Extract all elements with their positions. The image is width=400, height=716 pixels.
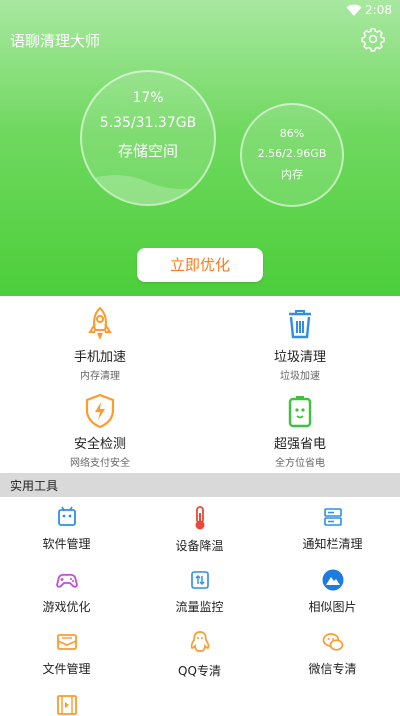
memory-usage: 2.56/2.96GB bbox=[257, 147, 327, 160]
wechat-icon bbox=[322, 633, 343, 651]
storage-wave bbox=[82, 175, 214, 204]
storage-usage: 5.35/31.37GB bbox=[99, 115, 197, 131]
tool-label: 软件管理 bbox=[42, 537, 91, 551]
feature-subtitle: 网络支付安全 bbox=[70, 458, 130, 469]
file-envelope-icon bbox=[56, 634, 77, 650]
tool-app-manager[interactable]: 软件管理 bbox=[0, 505, 133, 552]
feature-title: 垃圾清理 bbox=[273, 350, 326, 365]
settings-gear-icon[interactable] bbox=[360, 26, 386, 52]
tool-label: 微信专清 bbox=[308, 662, 357, 676]
status-time: 2:08 bbox=[365, 3, 392, 17]
notification-bar-icon bbox=[323, 508, 342, 526]
feature-title: 超强省电 bbox=[273, 437, 326, 452]
feature-title: 手机加速 bbox=[73, 350, 126, 365]
tool-video-clean[interactable] bbox=[0, 694, 133, 716]
tool-label: 流量监控 bbox=[175, 600, 224, 614]
storage-label: 存储空间 bbox=[117, 142, 178, 160]
tool-label: QQ专清 bbox=[178, 664, 221, 678]
tool-device-cooling[interactable]: 设备降温 bbox=[133, 505, 266, 554]
android-icon bbox=[57, 506, 76, 526]
tool-traffic-monitor[interactable]: 流量监控 bbox=[133, 568, 266, 615]
feature-security-check[interactable]: 安全检测 网络支付安全 bbox=[30, 393, 170, 469]
tools-section-header: 实用工具 bbox=[0, 473, 400, 497]
storage-percent: 17% bbox=[132, 90, 164, 106]
tool-label: 相似图片 bbox=[308, 600, 357, 614]
tool-notification-clean[interactable]: 通知栏清理 bbox=[266, 505, 399, 552]
tool-label: 通知栏清理 bbox=[302, 537, 363, 551]
feature-title: 安全检测 bbox=[73, 437, 126, 452]
tool-label: 游戏优化 bbox=[42, 600, 91, 614]
tool-game-optimize[interactable]: 游戏优化 bbox=[0, 568, 133, 615]
optimize-now-button[interactable]: 立即优化 bbox=[137, 248, 263, 282]
tool-qq-clean[interactable]: QQ专清 bbox=[133, 630, 266, 679]
memory-gauge: 86% 2.56/2.96GB 内存 bbox=[240, 103, 344, 207]
feature-subtitle: 内存清理 bbox=[80, 371, 120, 382]
tool-similar-photos[interactable]: 相似图片 bbox=[266, 568, 399, 615]
feature-phone-boost[interactable]: 手机加速 内存清理 bbox=[30, 306, 170, 382]
wifi-icon bbox=[346, 4, 362, 16]
memory-percent: 86% bbox=[279, 127, 305, 140]
rocket-icon bbox=[88, 306, 112, 340]
gamepad-icon bbox=[55, 573, 78, 588]
feature-subtitle: 全方位省电 bbox=[275, 458, 325, 469]
tool-label: 设备降温 bbox=[175, 539, 224, 553]
status-bar: 2:08 bbox=[0, 0, 400, 22]
photo-mountain-icon bbox=[322, 569, 343, 591]
battery-icon bbox=[288, 396, 312, 428]
feature-subtitle: 垃圾加速 bbox=[280, 371, 320, 382]
feature-power-saving[interactable]: 超强省电 全方位省电 bbox=[230, 393, 370, 469]
section-title: 实用工具 bbox=[10, 479, 59, 493]
app-title: 语聊清理大师 bbox=[10, 32, 101, 50]
shield-bolt-icon bbox=[85, 393, 115, 429]
film-strip-icon bbox=[56, 695, 77, 715]
hero-header: 2:08 语聊清理大师 17% 5.35/31.37GB 存储空间 86% 2.… bbox=[0, 0, 400, 296]
data-traffic-icon bbox=[190, 571, 209, 589]
thermometer-icon bbox=[195, 506, 204, 530]
tool-file-manager[interactable]: 文件管理 bbox=[0, 630, 133, 677]
tool-wechat-clean[interactable]: 微信专清 bbox=[266, 630, 399, 677]
feature-junk-clean[interactable]: 垃圾清理 垃圾加速 bbox=[230, 306, 370, 382]
tool-label: 文件管理 bbox=[42, 662, 91, 676]
qq-penguin-icon bbox=[190, 631, 209, 652]
trash-bin-icon bbox=[289, 310, 311, 339]
memory-label: 内存 bbox=[281, 168, 303, 181]
storage-gauge: 17% 5.35/31.37GB 存储空间 bbox=[80, 70, 216, 206]
